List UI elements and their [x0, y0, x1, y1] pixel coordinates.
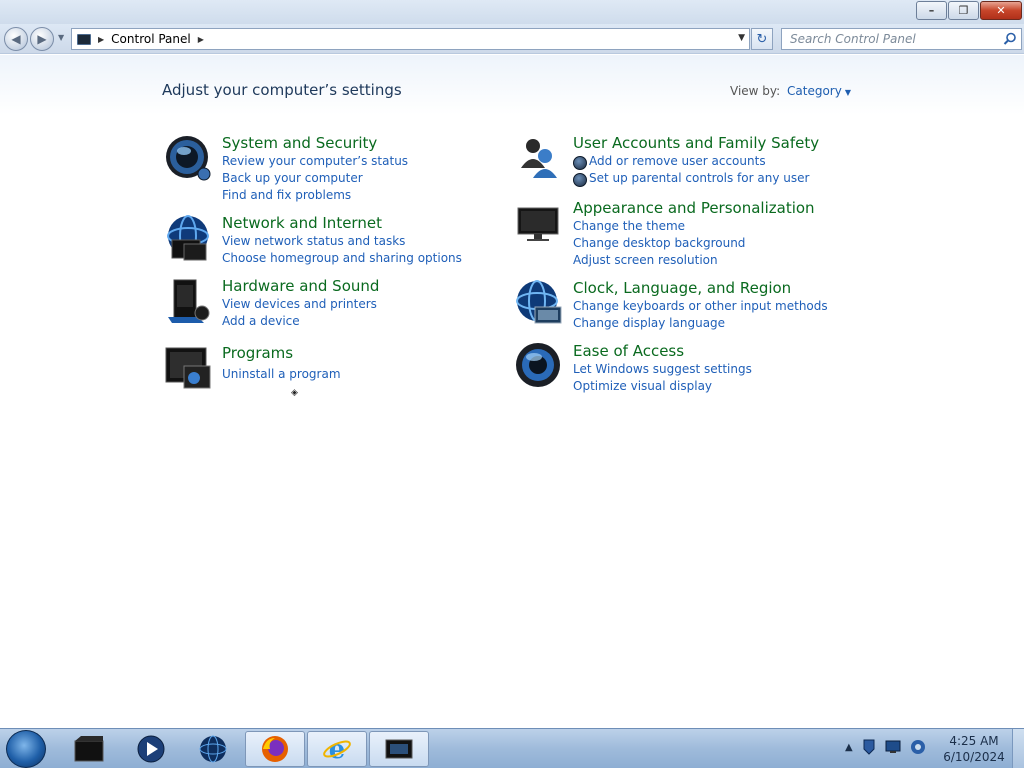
- taskbar-internet-explorer[interactable]: e: [307, 731, 367, 767]
- clock-date: 6/10/2024: [943, 750, 1005, 764]
- link-display-language[interactable]: Change display language: [573, 315, 828, 332]
- link-network-status[interactable]: View network status and tasks: [222, 233, 462, 250]
- link-back-up[interactable]: Back up your computer: [222, 170, 408, 187]
- media-player-icon: [137, 735, 165, 763]
- category-text: Ease of Access Let Windows suggest setti…: [573, 342, 752, 395]
- refresh-icon: ↻: [756, 31, 768, 47]
- link-add-device[interactable]: Add a device: [222, 313, 379, 330]
- user-accounts-icon[interactable]: [515, 134, 563, 182]
- forward-arrow-icon: ▶: [37, 32, 47, 46]
- taskbar-clock[interactable]: 4:25 AM 6/10/2024: [936, 733, 1012, 765]
- category-title-system-security[interactable]: System and Security: [222, 134, 408, 153]
- caption-buttons: – ❐ ✕: [916, 1, 1022, 20]
- refresh-button[interactable]: ↻: [751, 28, 773, 50]
- start-orb[interactable]: [6, 730, 46, 768]
- category-title-ease-of-access[interactable]: Ease of Access: [573, 342, 752, 361]
- ease-of-access-icon[interactable]: [515, 342, 563, 390]
- programs-icon[interactable]: [164, 344, 212, 392]
- category-title-appearance[interactable]: Appearance and Personalization: [573, 199, 815, 218]
- close-button[interactable]: ✕: [980, 1, 1022, 20]
- volume-icon[interactable]: [910, 739, 926, 755]
- link-homegroup-sharing[interactable]: Choose homegroup and sharing options: [222, 250, 462, 267]
- control-panel-content: Adjust your computer’s settings View by:…: [0, 55, 1024, 728]
- link-keyboards-input[interactable]: Change keyboards or other input methods: [573, 298, 828, 315]
- link-desktop-background[interactable]: Change desktop background: [573, 235, 815, 252]
- clock-time: 4:25 AM: [949, 734, 999, 748]
- back-arrow-icon: ◀: [11, 32, 21, 46]
- category-text: Appearance and Personalization Change th…: [573, 199, 815, 269]
- breadcrumb-separator-icon[interactable]: ▶: [98, 35, 104, 44]
- hardware-sound-icon[interactable]: [164, 277, 212, 325]
- magnifier-icon[interactable]: [1003, 32, 1017, 46]
- network-internet-icon[interactable]: [164, 214, 212, 262]
- control-panel-icon: [385, 739, 413, 759]
- category-text: User Accounts and Family Safety Add or r…: [573, 134, 819, 187]
- back-button[interactable]: ◀: [4, 27, 28, 51]
- chevron-down-icon[interactable]: ▼: [845, 88, 851, 97]
- taskbar: e ▲ 4:25 AM 6/10/2024: [0, 728, 1024, 768]
- link-windows-suggest-settings[interactable]: Let Windows suggest settings: [573, 361, 752, 378]
- link-devices-printers[interactable]: View devices and printers: [222, 296, 379, 313]
- taskbar-control-panel[interactable]: [369, 731, 429, 767]
- control-panel-location-icon: [77, 33, 91, 45]
- appearance-icon[interactable]: [515, 199, 563, 247]
- minimize-button[interactable]: –: [916, 1, 947, 20]
- network-icon[interactable]: [885, 740, 901, 754]
- taskbar-firefox[interactable]: [245, 731, 305, 767]
- link-parental-controls[interactable]: Set up parental controls for any user: [573, 170, 819, 187]
- taskbar-network[interactable]: [183, 731, 243, 767]
- show-hidden-icons[interactable]: ▲: [845, 742, 853, 753]
- category-title-programs[interactable]: Programs: [222, 344, 341, 363]
- firefox-icon: [262, 736, 288, 762]
- mouse-cursor-icon: ◈: [291, 388, 298, 398]
- link-find-fix-problems[interactable]: Find and fix problems: [222, 187, 408, 204]
- breadcrumb-chevron-icon[interactable]: ▶: [198, 35, 204, 44]
- system-tray: ▲: [845, 739, 926, 755]
- view-by-label: View by:: [730, 84, 781, 98]
- address-bar[interactable]: ▶ Control Panel ▶ ▼: [71, 28, 750, 50]
- address-dropdown-icon[interactable]: ▼: [738, 33, 745, 43]
- maximize-button[interactable]: ❐: [948, 1, 979, 20]
- category-title-clock-language[interactable]: Clock, Language, and Region: [573, 279, 828, 298]
- category-text: Hardware and Sound View devices and prin…: [222, 277, 379, 330]
- explorer-icon: [74, 736, 104, 762]
- network-globe-icon: [199, 735, 227, 763]
- taskbar-explorer[interactable]: [59, 731, 119, 767]
- internet-explorer-icon: e: [323, 735, 351, 764]
- page-title: Adjust your computer’s settings: [162, 81, 402, 99]
- forward-button[interactable]: ▶: [30, 27, 54, 51]
- category-title-network-internet[interactable]: Network and Internet: [222, 214, 462, 233]
- category-title-hardware-sound[interactable]: Hardware and Sound: [222, 277, 379, 296]
- link-uninstall-program[interactable]: Uninstall a program: [222, 366, 341, 383]
- category-text: Programs Uninstall a program: [222, 344, 341, 383]
- recent-pages-dropdown[interactable]: ▼: [58, 33, 64, 42]
- navigation-bar: ◀ ▶ ▼ ▶ Control Panel ▶ ▼ ↻: [0, 24, 1024, 54]
- link-optimize-visual-display[interactable]: Optimize visual display: [573, 378, 752, 395]
- category-text: Network and Internet View network status…: [222, 214, 462, 267]
- link-change-theme[interactable]: Change the theme: [573, 218, 815, 235]
- breadcrumb-control-panel[interactable]: Control Panel: [111, 32, 191, 46]
- category-text: System and Security Review your computer…: [222, 134, 408, 204]
- svg-text:e: e: [329, 735, 346, 764]
- show-desktop-button[interactable]: [1012, 729, 1024, 768]
- category-text: Clock, Language, and Region Change keybo…: [573, 279, 828, 332]
- view-by-dropdown[interactable]: Category ▼: [787, 84, 851, 98]
- search-input[interactable]: [790, 32, 990, 46]
- category-title-user-accounts[interactable]: User Accounts and Family Safety: [573, 134, 819, 153]
- system-security-icon[interactable]: [164, 134, 212, 182]
- clock-language-icon[interactable]: [515, 279, 563, 327]
- link-add-remove-accounts[interactable]: Add or remove user accounts: [573, 153, 819, 170]
- view-by-value[interactable]: Category: [787, 84, 842, 98]
- action-center-flag-icon[interactable]: [862, 739, 876, 755]
- link-review-status[interactable]: Review your computer’s status: [222, 153, 408, 170]
- window-titlebar: – ❐ ✕: [0, 0, 1024, 24]
- link-screen-resolution[interactable]: Adjust screen resolution: [573, 252, 815, 269]
- search-box[interactable]: [781, 28, 1022, 50]
- taskbar-media-player[interactable]: [121, 731, 181, 767]
